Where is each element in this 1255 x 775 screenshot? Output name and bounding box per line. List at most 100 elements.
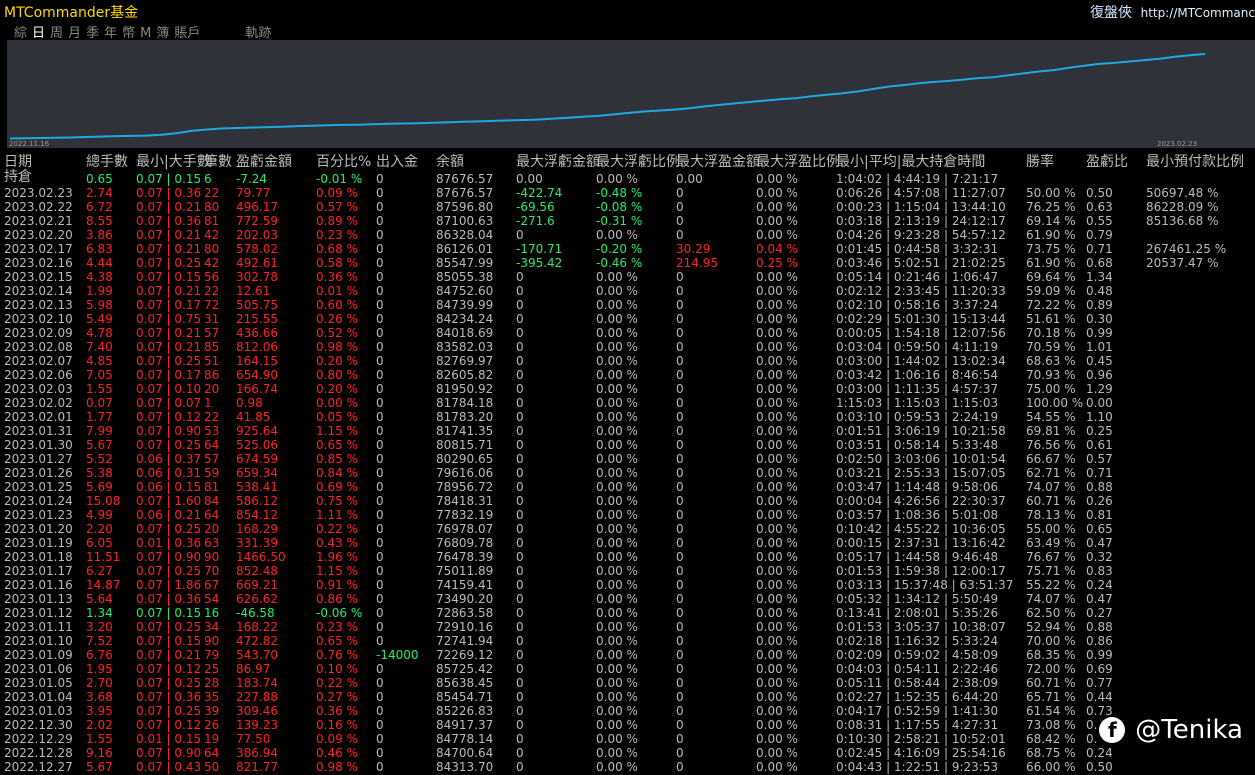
cell-lots: 1.99 bbox=[86, 284, 113, 298]
table-row[interactable]: 2023.01.23 4.99 0.06 | 0.21 64 854.12 1.11 % 0… bbox=[0, 508, 1255, 522]
table-row[interactable]: 2023.02.13 5.98 0.07 | 0.17 72 505.75 0.60 % 0… bbox=[0, 298, 1255, 312]
table-row[interactable]: 2023.02.15 4.38 0.07 | 0.15 56 302.78 0.36 % 0… bbox=[0, 270, 1255, 284]
table-row[interactable]: 2023.02.01 1.77 0.07 | 0.12 22 41.85 0.05 % 0 8… bbox=[0, 410, 1255, 424]
column-header[interactable]: 最小|平均|最大持倉時間 bbox=[836, 155, 985, 169]
table-row[interactable]: 2023.02.07 4.85 0.07 | 0.25 51 164.15 0.20 % 0… bbox=[0, 354, 1255, 368]
cell-pr: 0.24 bbox=[1086, 746, 1113, 760]
table-row[interactable]: 2022.12.27 5.67 0.07 | 0.43 50 821.77 0.98 % 0… bbox=[0, 760, 1255, 774]
brand-url[interactable]: http://MTCommanc bbox=[1141, 6, 1255, 20]
table-row[interactable]: 2023.01.17 6.27 0.07 | 0.25 70 852.48 1.15 % 0… bbox=[0, 564, 1255, 578]
cell-date: 2023.02.17 bbox=[4, 242, 73, 256]
column-header[interactable]: 余額 bbox=[436, 155, 464, 169]
cell-n: 72 bbox=[204, 298, 220, 312]
tab-8[interactable]: 簿 bbox=[156, 26, 169, 41]
cell-io: 0 bbox=[376, 200, 384, 214]
table-row[interactable]: 2023.01.12 1.34 0.07 | 0.15 16 -46.58 -0.06 %… bbox=[0, 606, 1255, 620]
cell-mm: 0.07 | 0.10 bbox=[136, 382, 202, 396]
column-header[interactable]: 盈虧比 bbox=[1086, 155, 1128, 169]
table-row[interactable]: 2023.01.13 5.64 0.07 | 0.36 54 626.62 0.86 % 0… bbox=[0, 592, 1255, 606]
tab-9[interactable]: 賬戶 bbox=[174, 26, 200, 41]
cell-mflp: 0.00 % bbox=[596, 284, 638, 298]
table-row[interactable]: 2022.12.30 2.02 0.07 | 0.12 26 139.23 0.16 % 0… bbox=[0, 718, 1255, 732]
table-row[interactable]: 2023.01.04 3.68 0.07 | 0.36 35 227.88 0.27 % 0… bbox=[0, 690, 1255, 704]
column-header[interactable]: 總手數 bbox=[86, 155, 128, 169]
tab-3[interactable]: 月 bbox=[68, 26, 81, 41]
column-header[interactable]: 最大浮虧比例 bbox=[596, 155, 680, 169]
table-row[interactable]: 2023.02.03 1.55 0.07 | 0.10 20 166.74 0.20 % 0… bbox=[0, 382, 1255, 396]
cell-mfl: 0 bbox=[516, 354, 524, 368]
tab-0[interactable]: 綜 bbox=[14, 26, 27, 41]
cell-profit: 41.85 bbox=[236, 410, 271, 424]
table-row[interactable]: 2023.01.30 5.67 0.07 | 0.25 64 525.06 0.65 % 0… bbox=[0, 438, 1255, 452]
cell-lots: 7.52 bbox=[86, 634, 113, 648]
column-header[interactable]: 筆數 bbox=[204, 155, 232, 169]
table-row[interactable]: 2023.01.27 5.52 0.06 | 0.37 57 674.59 0.85 % 0… bbox=[0, 452, 1255, 466]
cell-mfl: 0 bbox=[516, 284, 524, 298]
table-row[interactable]: 2023.02.09 4.78 0.07 | 0.21 57 436.66 0.52 % 0… bbox=[0, 326, 1255, 340]
table-row[interactable]: 0.65 0.07 | 0.15 6 -7.24 -0.01 % 0 87676.57 0.0… bbox=[0, 172, 1255, 186]
cell-pct: -0.06 % bbox=[316, 606, 363, 620]
cell-time: 1:15:03 | 1:15:03 | 1:15:03 bbox=[836, 396, 999, 410]
table-row[interactable]: 2022.12.29 1.55 0.01 | 0.15 19 77.50 0.09 % 0 8… bbox=[0, 732, 1255, 746]
table-row[interactable]: 2023.02.14 1.99 0.07 | 0.21 22 12.61 0.01 % 0 8… bbox=[0, 284, 1255, 298]
cell-mfl: 0 bbox=[516, 326, 524, 340]
table-row[interactable]: 2023.01.06 1.95 0.07 | 0.12 25 86.97 0.10 % 0 8… bbox=[0, 662, 1255, 676]
column-header[interactable]: 最大浮盈比例 bbox=[756, 155, 840, 169]
table-row[interactable]: 2023.01.03 3.95 0.07 | 0.25 39 309.46 0.36 % 0… bbox=[0, 704, 1255, 718]
table-row[interactable]: 2023.02.08 7.40 0.07 | 0.21 85 812.06 0.98 % 0… bbox=[0, 340, 1255, 354]
table-row[interactable]: 2023.01.24 15.08 0.07 | 1.60 84 586.12 0.75 %… bbox=[0, 494, 1255, 508]
table-row[interactable]: 2023.02.21 8.55 0.07 | 0.36 81 772.59 0.89 % 0… bbox=[0, 214, 1255, 228]
table-row[interactable]: 2023.01.26 5.38 0.06 | 0.31 59 659.34 0.84 % 0… bbox=[0, 466, 1255, 480]
cell-mfl: 0 bbox=[516, 732, 524, 746]
column-header[interactable]: 日期 bbox=[4, 155, 32, 169]
table-row[interactable]: 2023.01.05 2.70 0.07 | 0.25 28 183.74 0.22 % 0… bbox=[0, 676, 1255, 690]
cell-n: 86 bbox=[204, 368, 220, 382]
tab-1[interactable]: 日 bbox=[32, 26, 45, 41]
table-row[interactable]: 2023.02.16 4.44 0.07 | 0.25 42 492.61 0.58 % 0… bbox=[0, 256, 1255, 270]
table-row[interactable]: 2023.02.17 6.83 0.07 | 0.21 80 578.02 0.68 % 0… bbox=[0, 242, 1255, 256]
cell-mm: 0.07 | 1.60 bbox=[136, 494, 202, 508]
column-header[interactable]: 最大浮虧金額 bbox=[516, 155, 600, 169]
cell-mfp: 0 bbox=[676, 592, 684, 606]
cell-time: 0:08:31 | 1:17:55 | 4:27:31 bbox=[836, 718, 999, 732]
table-row[interactable]: 2023.01.19 6.05 0.01 | 0.36 63 331.39 0.43 % 0… bbox=[0, 536, 1255, 550]
cell-pr: 0.25 bbox=[1086, 424, 1113, 438]
tab-10[interactable]: 軌跡 bbox=[245, 26, 271, 41]
cell-win: 52.94 % bbox=[1026, 620, 1076, 634]
tab-7[interactable]: M bbox=[140, 26, 151, 41]
tab-2[interactable]: 周 bbox=[50, 26, 63, 41]
cell-pct: 0.36 % bbox=[316, 704, 358, 718]
table-row[interactable]: 2023.02.10 5.49 0.07 | 0.75 31 215.55 0.26 % 0… bbox=[0, 312, 1255, 326]
table-row[interactable]: 2023.01.25 5.69 0.06 | 0.15 81 538.41 0.69 % 0… bbox=[0, 480, 1255, 494]
cell-lots: 5.49 bbox=[86, 312, 113, 326]
table-row[interactable]: 2023.01.20 2.20 0.07 | 0.25 20 168.29 0.22 % 0… bbox=[0, 522, 1255, 536]
tab-5[interactable]: 年 bbox=[104, 26, 117, 41]
table-row[interactable]: 2023.01.11 3.20 0.07 | 0.25 34 168.22 0.23 % 0… bbox=[0, 620, 1255, 634]
table-row[interactable]: 2023.02.23 2.74 0.07 | 0.36 22 79.77 0.09 % 0 8… bbox=[0, 186, 1255, 200]
table-row[interactable]: 2023.02.06 7.05 0.07 | 0.17 86 654.90 0.80 % 0… bbox=[0, 368, 1255, 382]
table-row[interactable]: 2023.01.31 7.99 0.07 | 0.90 53 925.64 1.15 % 0… bbox=[0, 424, 1255, 438]
table-row[interactable]: 2023.01.10 7.52 0.07 | 0.15 90 472.82 0.65 % 0… bbox=[0, 634, 1255, 648]
tab-6[interactable]: 幣 bbox=[122, 26, 135, 41]
cell-adv: 86228.09 % bbox=[1146, 200, 1219, 214]
cell-pct: 0.85 % bbox=[316, 452, 358, 466]
column-header[interactable]: 勝率 bbox=[1026, 155, 1054, 169]
column-header[interactable]: 最大浮盈金額 bbox=[676, 155, 760, 169]
table-row[interactable]: 2023.01.18 11.51 0.07 | 0.90 90 1466.50 1.96 … bbox=[0, 550, 1255, 564]
cell-time: 0:00:23 | 1:15:04 | 13:44:10 bbox=[836, 200, 1006, 214]
column-header[interactable]: 百分比% bbox=[316, 155, 371, 169]
cell-io: 0 bbox=[376, 508, 384, 522]
column-header[interactable]: 最小預付款比例 bbox=[1146, 155, 1244, 169]
tab-4[interactable]: 季 bbox=[86, 26, 99, 41]
table-row[interactable]: 2023.01.16 14.87 0.07 | 1.86 67 669.21 0.91 %… bbox=[0, 578, 1255, 592]
cell-pct: 0.09 % bbox=[316, 186, 358, 200]
cell-profit: 166.74 bbox=[236, 382, 278, 396]
table-row[interactable]: 2023.01.09 6.76 0.07 | 0.21 79 543.70 0.76 % -… bbox=[0, 648, 1255, 662]
table-row[interactable]: 2023.02.20 3.86 0.07 | 0.21 42 202.03 0.23 % 0… bbox=[0, 228, 1255, 242]
column-header[interactable]: 最小|大手數 bbox=[136, 155, 211, 169]
table-row[interactable]: 2023.02.02 0.07 0.07 | 0.07 1 0.98 0.00 % 0 817… bbox=[0, 396, 1255, 410]
table-row[interactable]: 2022.12.28 9.16 0.07 | 0.90 64 386.94 0.46 % 0… bbox=[0, 746, 1255, 760]
column-header[interactable]: 盈虧金額 bbox=[236, 155, 292, 169]
table-row[interactable]: 2023.02.22 6.72 0.07 | 0.21 80 496.17 0.57 % 0… bbox=[0, 200, 1255, 214]
column-header[interactable]: 出入金 bbox=[376, 155, 418, 169]
